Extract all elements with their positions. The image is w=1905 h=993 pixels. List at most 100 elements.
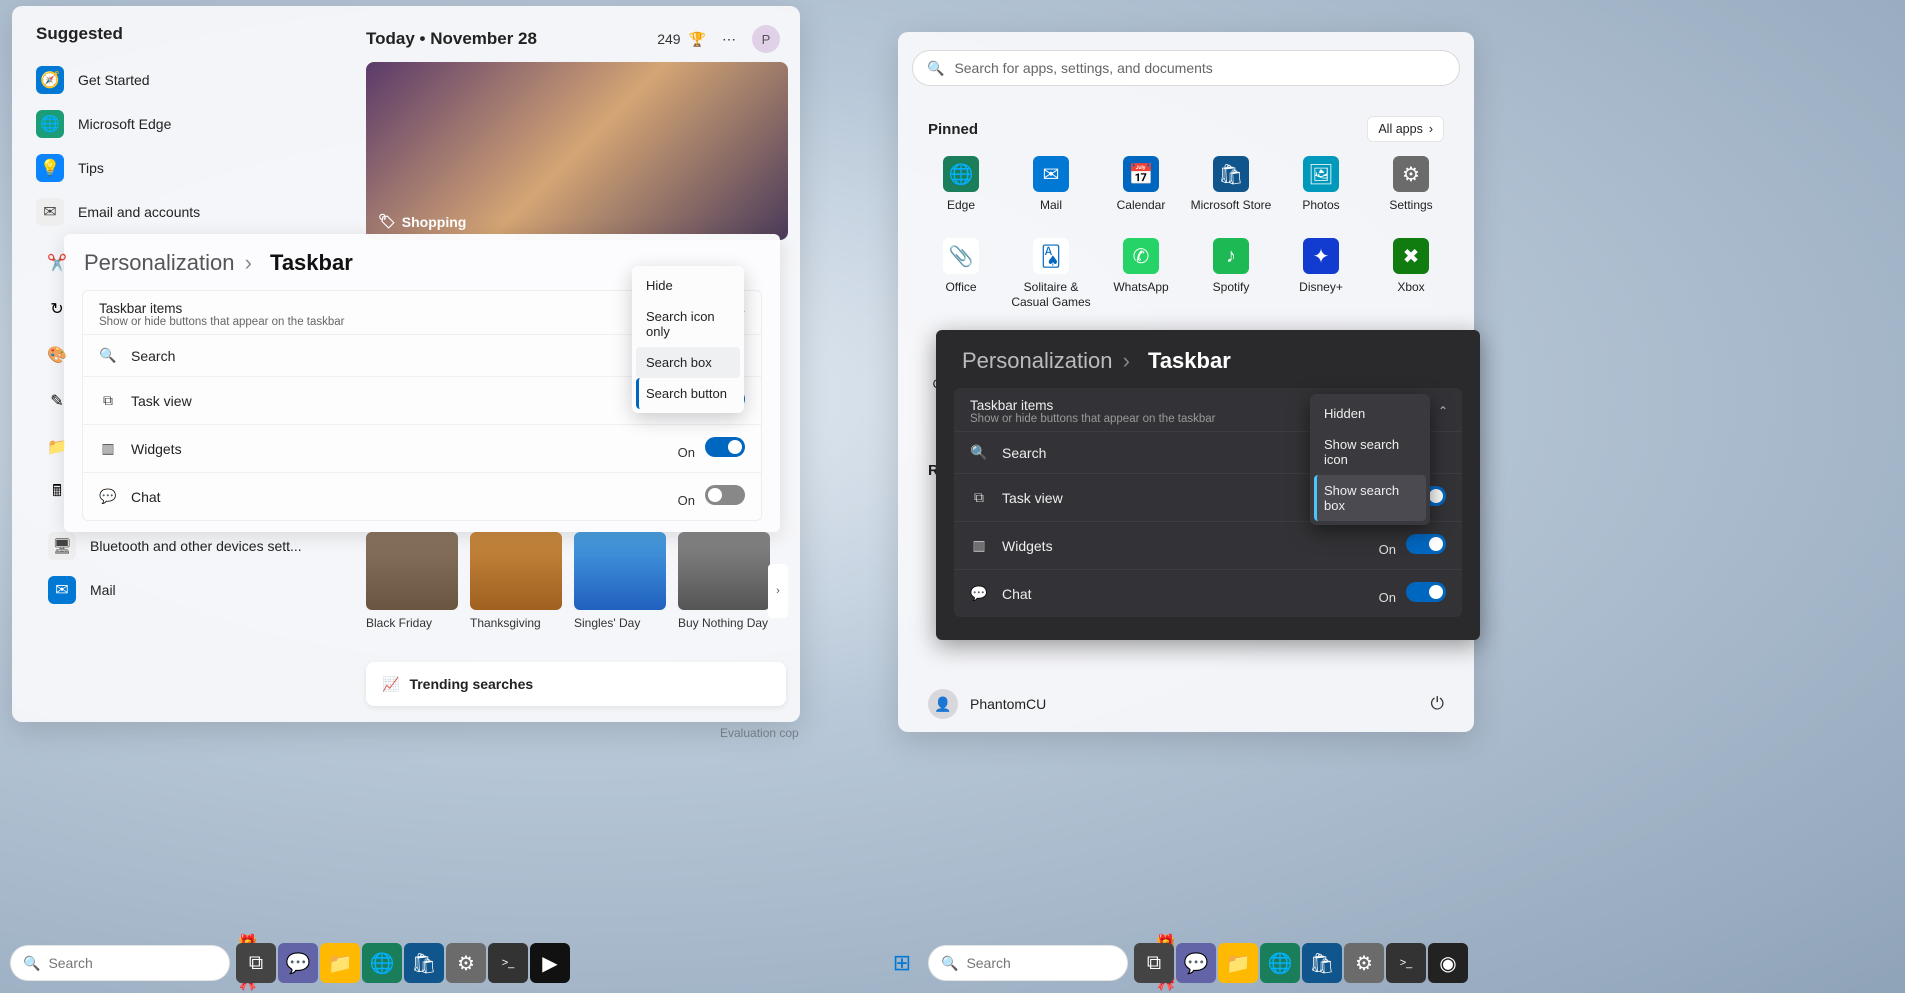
- scroll-right-button[interactable]: ›: [768, 564, 788, 618]
- nav-calc-icon[interactable]: 🖩: [42, 478, 72, 508]
- pinned-app[interactable]: 🖼 Photos: [1276, 152, 1366, 216]
- power-button[interactable]: ⏻: [1431, 694, 1444, 714]
- hero-card[interactable]: 🏷Shopping: [366, 62, 788, 240]
- app-icon: ✉: [36, 198, 64, 226]
- nav-clip-icon[interactable]: ✂️: [42, 248, 72, 278]
- tile-caption: Black Friday: [366, 616, 458, 631]
- settings-icon[interactable]: ⚙: [446, 943, 486, 983]
- trending-icon: 📈: [382, 676, 399, 693]
- media-icon[interactable]: ▶: [530, 943, 570, 983]
- app-label: Mail: [1040, 198, 1062, 212]
- app-label: Disney+: [1299, 280, 1343, 294]
- chat-icon[interactable]: 💬: [278, 943, 318, 983]
- rewards-points[interactable]: 249: [657, 31, 680, 47]
- breadcrumb-parent[interactable]: Personalization: [84, 250, 234, 275]
- pinned-app[interactable]: ⚙ Settings: [1366, 152, 1456, 216]
- shopping-tile[interactable]: Singles' Day: [574, 532, 666, 631]
- search-dropdown-dark[interactable]: HiddenShow search iconShow search box: [1310, 394, 1430, 525]
- pinned-app[interactable]: ✖ Xbox: [1366, 234, 1456, 313]
- app-label: WhatsApp: [1113, 280, 1168, 294]
- taskbar-item-row: ▥ Widgets On: [954, 521, 1462, 569]
- nav-paint-icon[interactable]: 🎨: [42, 340, 72, 370]
- task-view-icon[interactable]: ⧉: [1134, 943, 1174, 983]
- start-search[interactable]: 🔍 Search for apps, settings, and documen…: [912, 50, 1460, 86]
- row-label: Widgets: [1002, 538, 1053, 554]
- row-icon: ▥: [970, 537, 988, 554]
- dropdown-option[interactable]: Search button: [636, 378, 740, 409]
- taskbar-search[interactable]: 🔍 🎁🎁🎀: [928, 945, 1128, 981]
- pinned-app[interactable]: ✆ WhatsApp: [1096, 234, 1186, 313]
- explorer-icon[interactable]: 📁: [1218, 943, 1258, 983]
- explorer-icon[interactable]: 📁: [320, 943, 360, 983]
- suggested-item[interactable]: 🧭 Get Started: [36, 58, 336, 102]
- dropdown-option[interactable]: Search icon only: [636, 301, 740, 347]
- toggle[interactable]: [1406, 582, 1446, 602]
- pinned-app[interactable]: ✦ Disney+: [1276, 234, 1366, 313]
- sidebar-item-bluetooth[interactable]: 🖥 Bluetooth and other devices sett...: [48, 532, 302, 560]
- user-profile[interactable]: 👤 PhantomCU: [928, 689, 1046, 719]
- dropdown-option[interactable]: Search box: [636, 347, 740, 378]
- row-label: Widgets: [131, 441, 182, 457]
- dropdown-option[interactable]: Hide: [636, 270, 740, 301]
- nav-sync-icon[interactable]: ↻: [42, 294, 72, 324]
- edge-icon[interactable]: 🌐: [362, 943, 402, 983]
- row-icon: ⧉: [99, 392, 117, 409]
- dropdown-option[interactable]: Hidden: [1314, 398, 1426, 429]
- shopping-tile[interactable]: Black Friday: [366, 532, 458, 631]
- all-apps-button[interactable]: All apps ›: [1367, 116, 1444, 142]
- start-button[interactable]: ⊞: [882, 943, 922, 983]
- trending-card[interactable]: 📈 Trending searches: [366, 662, 786, 706]
- widgets-date: Today • November 28: [366, 29, 537, 49]
- search-icon: 🔍: [23, 955, 40, 972]
- toggle[interactable]: [1406, 534, 1446, 554]
- app-label: Edge: [947, 198, 975, 212]
- breadcrumb-parent[interactable]: Personalization: [962, 348, 1112, 373]
- search-dropdown-light[interactable]: HideSearch icon onlySearch boxSearch but…: [632, 266, 744, 413]
- dropdown-option[interactable]: Show search box: [1314, 475, 1426, 521]
- toggle[interactable]: [705, 437, 745, 457]
- pinned-app[interactable]: ♪ Spotify: [1186, 234, 1276, 313]
- store-icon[interactable]: 🛍: [1302, 943, 1342, 983]
- taskbar-search[interactable]: 🔍 🎁🎁🎀: [10, 945, 230, 981]
- widgets-avatar[interactable]: P: [752, 25, 780, 53]
- task-view-icon[interactable]: ⧉: [236, 943, 276, 983]
- nav-folder-icon[interactable]: 📁: [42, 432, 72, 462]
- settings-taskbar-light: ✂️ ↻ 🎨 ✎ 📁 🖩 Personalization › Taskbar T…: [64, 234, 780, 532]
- app-label: Office: [945, 280, 976, 294]
- chevron-right-icon: ›: [1429, 122, 1433, 136]
- toggle-state: On: [678, 493, 695, 508]
- store-icon[interactable]: 🛍: [404, 943, 444, 983]
- pinned-app[interactable]: 🂡 Solitaire & Casual Games: [1006, 234, 1096, 313]
- search-input[interactable]: [48, 955, 229, 971]
- suggested-item[interactable]: 🌐 Microsoft Edge: [36, 102, 336, 146]
- row-icon: 💬: [99, 488, 117, 505]
- shopping-tile[interactable]: Buy Nothing Day: [678, 532, 770, 631]
- terminal-icon[interactable]: >_: [1386, 943, 1426, 983]
- taskbar-right: ⊞ 🔍 🎁🎁🎀 ⧉💬📁🌐🛍⚙>_◉: [882, 941, 1502, 985]
- toggle-state: On: [1379, 590, 1396, 605]
- nav-pencil-icon[interactable]: ✎: [42, 386, 72, 416]
- more-button[interactable]: ⋯: [714, 24, 744, 54]
- collapse-chevron-icon[interactable]: ⌃: [1438, 404, 1448, 418]
- suggested-item[interactable]: 💡 Tips: [36, 146, 336, 190]
- pinned-app[interactable]: 🛍 Microsoft Store: [1186, 152, 1276, 216]
- toggle-state: On: [1379, 542, 1396, 557]
- app-label: Settings: [1389, 198, 1432, 212]
- chat-icon[interactable]: 💬: [1176, 943, 1216, 983]
- tile-image: [574, 532, 666, 610]
- mail-label: Mail: [90, 582, 116, 598]
- search-input[interactable]: [966, 955, 1147, 971]
- suggested-item[interactable]: ✉ Email and accounts: [36, 190, 336, 234]
- shopping-tile[interactable]: Thanksgiving: [470, 532, 562, 631]
- sidebar-item-mail[interactable]: ✉ Mail: [48, 576, 116, 604]
- obs-icon[interactable]: ◉: [1428, 943, 1468, 983]
- pinned-app[interactable]: 📅 Calendar: [1096, 152, 1186, 216]
- pinned-app[interactable]: 📎 Office: [916, 234, 1006, 313]
- edge-icon[interactable]: 🌐: [1260, 943, 1300, 983]
- pinned-app[interactable]: ✉ Mail: [1006, 152, 1096, 216]
- settings-icon[interactable]: ⚙: [1344, 943, 1384, 983]
- pinned-app[interactable]: 🌐 Edge: [916, 152, 1006, 216]
- toggle[interactable]: [705, 485, 745, 505]
- terminal-icon[interactable]: >_: [488, 943, 528, 983]
- dropdown-option[interactable]: Show search icon: [1314, 429, 1426, 475]
